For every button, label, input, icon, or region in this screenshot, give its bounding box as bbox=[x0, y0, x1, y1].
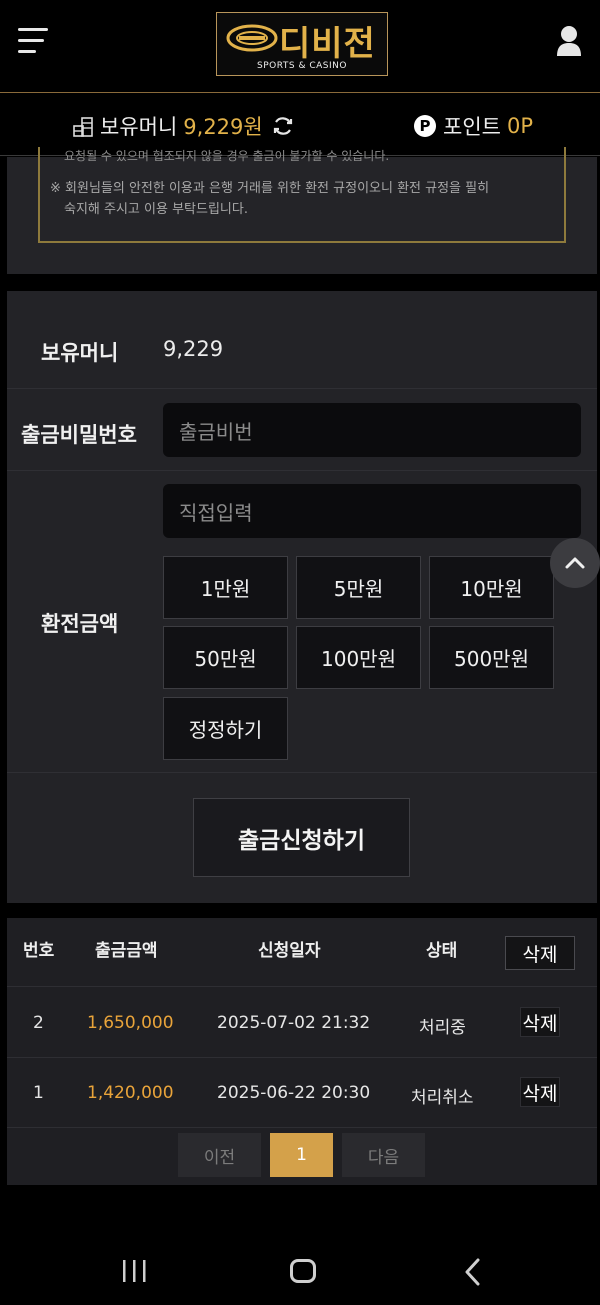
amount-button-500000[interactable]: 50만원 bbox=[163, 626, 288, 689]
column-header-amount: 출금금액 bbox=[95, 941, 158, 961]
row-no: 2 bbox=[33, 1013, 44, 1033]
amount-input[interactable]: 직접입력 bbox=[163, 484, 581, 538]
withdraw-form: 보유머니 9,229 출금비밀번호 출금비번 직접입력 환전금액 1만원 5만원… bbox=[7, 291, 597, 903]
point-balance: P 포인트 0P bbox=[414, 111, 533, 141]
divider bbox=[7, 772, 597, 773]
app-header: 디비전 SPORTS & CASINO bbox=[0, 0, 600, 92]
notice-text: 요청될 수 있으며 협조되지 않을 경우 출금이 불가할 수 있습니다. bbox=[64, 149, 390, 163]
amount-button-5000000[interactable]: 500만원 bbox=[429, 626, 554, 689]
logo-text: 디비전 bbox=[279, 24, 376, 64]
divider bbox=[7, 470, 597, 471]
nav-recent-apps-icon[interactable] bbox=[120, 1260, 148, 1282]
logo-subtitle: SPORTS & CASINO bbox=[257, 61, 347, 71]
menu-icon[interactable] bbox=[18, 28, 48, 54]
row-amount: 1,650,000 bbox=[87, 1013, 174, 1033]
notice-text: 숙지해 주시고 이용 부탁드립니다. bbox=[64, 202, 248, 217]
logo-emblem-icon bbox=[226, 24, 278, 52]
amount-field-label: 환전금액 bbox=[41, 612, 119, 636]
reset-amount-button[interactable]: 정정하기 bbox=[163, 697, 288, 760]
user-icon[interactable] bbox=[556, 25, 582, 57]
amount-button-1000000[interactable]: 100만원 bbox=[296, 626, 421, 689]
password-input[interactable]: 출금비번 bbox=[163, 403, 581, 457]
row-delete-button[interactable]: 삭제 bbox=[520, 1077, 560, 1107]
submit-withdraw-button[interactable]: 출금신청하기 bbox=[193, 798, 410, 877]
divider bbox=[7, 388, 597, 389]
point-icon: P bbox=[414, 115, 436, 137]
notice-box: 요청될 수 있으며 협조되지 않을 경우 출금이 불가할 수 있습니다. ※ 회… bbox=[38, 147, 566, 243]
chevron-up-icon bbox=[565, 557, 585, 569]
pagination-prev-button[interactable]: 이전 bbox=[178, 1133, 261, 1177]
money-balance: 보유머니 9,229원 bbox=[72, 111, 295, 141]
refresh-icon[interactable] bbox=[271, 114, 295, 138]
column-header-no: 번호 bbox=[23, 941, 55, 961]
money-field-label: 보유머니 bbox=[41, 341, 119, 365]
nav-home-icon[interactable] bbox=[290, 1259, 316, 1283]
row-date: 2025-07-02 21:32 bbox=[217, 1013, 371, 1033]
row-amount: 1,420,000 bbox=[87, 1083, 174, 1103]
delete-all-button[interactable]: 삭제 bbox=[505, 936, 575, 970]
system-nav-bar bbox=[0, 1230, 600, 1305]
notice-panel: 요청될 수 있으며 협조되지 않을 경우 출금이 불가할 수 있습니다. ※ 회… bbox=[7, 147, 597, 274]
amount-button-50000[interactable]: 5만원 bbox=[296, 556, 421, 619]
divider bbox=[7, 1127, 597, 1128]
row-date: 2025-06-22 20:30 bbox=[217, 1083, 371, 1103]
pagination-next-button[interactable]: 다음 bbox=[342, 1133, 425, 1177]
coins-icon bbox=[73, 117, 93, 137]
divider bbox=[7, 1057, 597, 1058]
row-delete-button[interactable]: 삭제 bbox=[520, 1007, 560, 1037]
money-field-value: 9,229 bbox=[163, 337, 224, 361]
row-status: 처리중 bbox=[419, 1018, 466, 1038]
amount-button-100000[interactable]: 10만원 bbox=[429, 556, 554, 619]
point-label: 포인트 bbox=[443, 115, 501, 139]
divider bbox=[7, 986, 597, 987]
scroll-top-button[interactable] bbox=[550, 538, 600, 588]
row-no: 1 bbox=[33, 1083, 44, 1103]
money-value: 9,229원 bbox=[183, 115, 263, 139]
point-value: 0P bbox=[506, 114, 533, 138]
notice-text: ※ 회원님들의 안전한 이용과 은행 거래를 위한 환전 규정이오니 환전 규정… bbox=[50, 181, 490, 196]
row-status: 처리취소 bbox=[411, 1088, 474, 1108]
password-field-label: 출금비밀번호 bbox=[21, 423, 137, 447]
nav-back-icon[interactable] bbox=[462, 1258, 484, 1286]
column-header-status: 상태 bbox=[426, 941, 458, 961]
amount-button-10000[interactable]: 1만원 bbox=[163, 556, 288, 619]
site-logo[interactable]: 디비전 SPORTS & CASINO bbox=[216, 12, 388, 76]
money-label: 보유머니 bbox=[100, 115, 178, 139]
column-header-date: 신청일자 bbox=[258, 941, 321, 961]
pagination-page-1[interactable]: 1 bbox=[270, 1133, 333, 1177]
withdraw-history-table: 번호 출금금액 신청일자 상태 삭제 2 1,650,000 2025-07-0… bbox=[7, 918, 597, 1185]
